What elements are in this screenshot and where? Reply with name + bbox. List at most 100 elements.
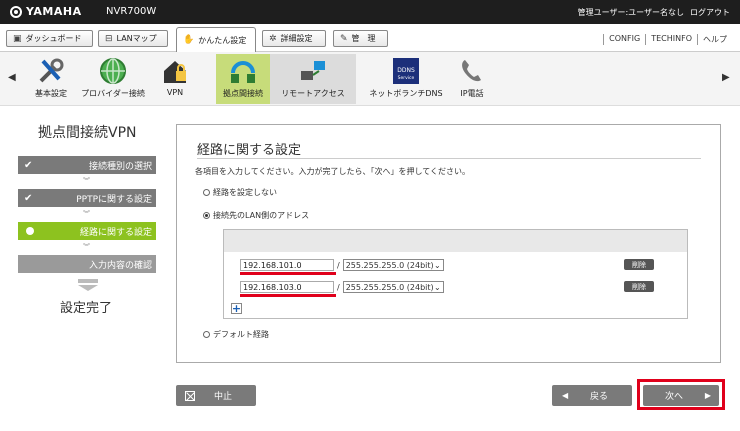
cancel-button[interactable]: 中止 <box>176 385 256 406</box>
netmask-select[interactable]: 255.255.255.0 (24bit) ⌄ <box>342 281 444 293</box>
netmask-value: 255.255.255.0 (24bit) <box>345 282 434 292</box>
phone-icon <box>457 56 487 86</box>
dashboard-icon: ▣ <box>13 33 22 44</box>
techinfo-link[interactable]: TECHINFO <box>645 34 697 45</box>
step-pptp-settings: ✔ PPTPに関する設定 <box>18 189 156 207</box>
svg-text:Service: Service <box>398 75 415 81</box>
menu-netvolante-dns-label: ネットボランチDNS <box>369 89 443 98</box>
header-links: CONFIG TECHINFO ヘルプ <box>603 34 732 45</box>
tools-icon <box>36 56 66 86</box>
chevron-down-icon: ⌄ <box>434 282 441 292</box>
netmask-select[interactable]: 255.255.255.0 (24bit) ⌄ <box>342 259 444 271</box>
chevron-down-icon: ︾ <box>83 210 90 218</box>
chevron-down-icon: ⌄ <box>434 260 441 270</box>
cancel-label: 中止 <box>214 392 233 402</box>
easy-setup-tab[interactable]: ✋ かんたん設定 <box>176 27 256 52</box>
menu-site-to-site-label: 拠点間接続 <box>223 89 263 98</box>
next-label: 次へ <box>665 392 684 402</box>
yamaha-logo: YAMAHA <box>10 5 82 18</box>
scroll-right-icon[interactable]: ▶ <box>722 72 730 83</box>
menu-provider[interactable]: プロバイダー接続 <box>78 54 148 104</box>
arrow-right-icon: ▶ <box>704 391 711 400</box>
check-icon: ✔ <box>24 159 33 171</box>
scroll-left-icon[interactable]: ◀ <box>8 72 16 83</box>
arrow-left-icon: ◀ <box>562 391 569 400</box>
lanmap-icon: ⊟ <box>105 33 113 44</box>
option-default-route[interactable]: デフォルト経路 <box>203 329 269 340</box>
menu-basic-settings-label: 基本設定 <box>35 89 67 98</box>
option-label: 接続先のLAN側のアドレス <box>213 211 310 220</box>
chevron-down-icon: ︾ <box>83 177 90 185</box>
instruction-text: 各項目を入力してください。入力が完了したら、「次へ」を押してください。 <box>195 167 471 176</box>
delete-route-button[interactable]: 削除 <box>624 259 654 270</box>
check-icon: ✔ <box>24 192 33 204</box>
lock-house-icon <box>160 56 190 86</box>
admin-label: 管 理 <box>351 34 376 43</box>
route-table-header <box>224 230 687 252</box>
option-label: デフォルト経路 <box>213 330 269 339</box>
site-connection-icon <box>228 56 258 86</box>
step-route-settings: 経路に関する設定 <box>18 222 156 240</box>
help-link[interactable]: ヘルプ <box>697 34 732 45</box>
current-step-dot-icon <box>26 227 34 235</box>
dashboard-label: ダッシュボード <box>25 34 82 43</box>
radio-selected-icon[interactable] <box>203 212 210 219</box>
add-route-button[interactable]: + <box>231 303 242 314</box>
main-nav: ▣ ダッシュボード ⊟ LANマップ ✋ かんたん設定 ✲ 詳細設定 ✎ 管 理… <box>0 24 740 52</box>
option-no-route[interactable]: 経路を設定しない <box>203 187 277 198</box>
option-lan-address[interactable]: 接続先のLAN側のアドレス <box>203 210 309 221</box>
wrench-icon: ✎ <box>340 33 348 44</box>
logo-text: YAMAHA <box>26 5 82 18</box>
close-icon <box>185 390 195 401</box>
slash-separator: / <box>337 260 340 270</box>
route-ip-input[interactable] <box>240 281 334 293</box>
step-label: PPTPに関する設定 <box>76 194 152 205</box>
highlight-underline <box>240 294 336 297</box>
radio-icon[interactable] <box>203 189 210 196</box>
menu-ip-phone-label: IP電話 <box>460 89 484 98</box>
route-table: / 255.255.255.0 (24bit) ⌄ 削除 / 255.255.2… <box>223 229 688 319</box>
ddns-service-icon: DDNS Service <box>391 56 421 86</box>
globe-icon <box>98 56 128 86</box>
menu-ip-phone[interactable]: IP電話 <box>452 54 492 104</box>
menu-basic-settings[interactable]: 基本設定 <box>28 54 74 104</box>
route-ip-input[interactable] <box>240 259 334 271</box>
menu-remote-access[interactable]: リモートアクセス <box>270 54 356 104</box>
detail-settings-button[interactable]: ✲ 詳細設定 <box>262 30 326 47</box>
menu-netvolante-dns[interactable]: DDNS Service ネットボランチDNS <box>368 54 444 104</box>
back-label: 戻る <box>590 392 609 402</box>
slash-separator: / <box>337 282 340 292</box>
admin-button[interactable]: ✎ 管 理 <box>333 30 388 47</box>
step-confirm: 入力内容の確認 <box>18 255 156 273</box>
divider <box>197 158 701 159</box>
dashboard-button[interactable]: ▣ ダッシュボード <box>6 30 93 47</box>
lanmap-label: LANマップ <box>116 34 157 43</box>
yamaha-logo-icon <box>10 5 22 18</box>
lanmap-button[interactable]: ⊟ LANマップ <box>98 30 168 47</box>
option-label: 経路を設定しない <box>213 188 277 197</box>
route-row: / 255.255.255.0 (24bit) ⌄ <box>240 259 444 271</box>
route-settings-panel: 経路に関する設定 各項目を入力してください。入力が完了したら、「次へ」を押してく… <box>176 124 721 363</box>
config-link[interactable]: CONFIG <box>603 34 645 45</box>
back-button[interactable]: ◀ 戻る <box>552 385 632 406</box>
menu-provider-label: プロバイダー接続 <box>81 89 145 98</box>
chevron-down-icon: ︾ <box>83 243 90 251</box>
step-label: 接続種別の選択 <box>88 161 152 172</box>
route-row: / 255.255.255.0 (24bit) ⌄ <box>240 281 444 293</box>
step-label: 入力内容の確認 <box>88 260 152 271</box>
gear-icon: ✲ <box>269 33 277 44</box>
wizard-title: 拠点間接続VPN <box>38 125 137 141</box>
step-connection-type: ✔ 接続種別の選択 <box>18 156 156 174</box>
netmask-value: 255.255.255.0 (24bit) <box>345 260 434 270</box>
arrow-down-icon <box>78 279 98 291</box>
next-button[interactable]: 次へ ▶ <box>643 385 719 406</box>
user-name: 管理ユーザー:ユーザー名なし <box>577 8 684 17</box>
logout-link[interactable]: ログアウト <box>690 7 730 18</box>
menu-site-to-site[interactable]: 拠点間接続 <box>216 54 270 104</box>
menu-vpn[interactable]: VPN <box>156 54 194 104</box>
delete-route-button[interactable]: 削除 <box>624 281 654 292</box>
svg-text:DDNS: DDNS <box>397 67 415 74</box>
top-bar: YAMAHA NVR700W 管理ユーザー:ユーザー名なし ログアウト <box>0 0 740 24</box>
user-info: 管理ユーザー:ユーザー名なし ログアウト <box>578 7 730 18</box>
radio-icon[interactable] <box>203 331 210 338</box>
